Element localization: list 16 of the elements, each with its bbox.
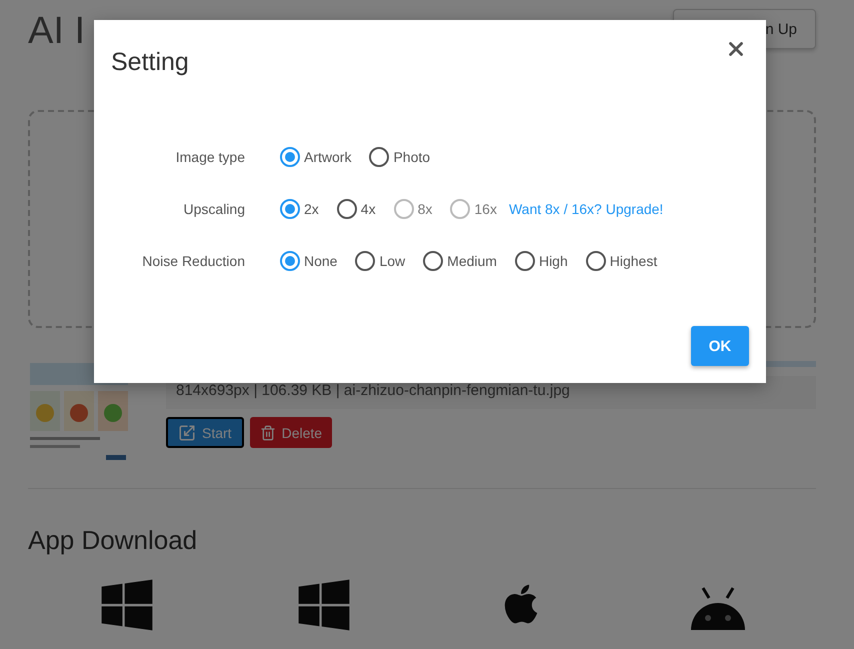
section-heading: App Download xyxy=(28,525,198,556)
dialog-title: Setting xyxy=(111,48,189,77)
radio-option[interactable]: Photo xyxy=(369,147,430,167)
radio-option[interactable]: Highest xyxy=(586,251,658,271)
android-icon[interactable] xyxy=(690,586,744,630)
page-title: AI I xyxy=(28,10,86,53)
setting-label: Noise Reduction xyxy=(141,253,245,269)
radio-option[interactable]: High xyxy=(514,251,568,271)
radio-option[interactable]: Medium xyxy=(423,251,497,271)
trash-icon xyxy=(260,424,276,440)
radio-option[interactable]: Artwork xyxy=(280,147,352,167)
radio-option[interactable]: Low xyxy=(355,251,406,271)
radio-option[interactable]: None xyxy=(280,251,338,271)
setting-label: Image type xyxy=(174,149,245,165)
setting-label: Upscaling xyxy=(182,201,245,217)
resize-icon xyxy=(178,424,196,442)
